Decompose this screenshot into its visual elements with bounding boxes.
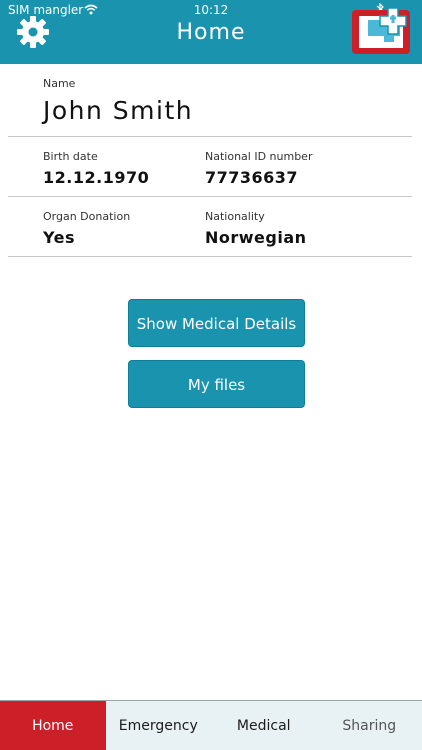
show-medical-details-button[interactable]: Show Medical Details <box>128 299 305 347</box>
my-files-button[interactable]: My files <box>128 360 305 408</box>
birth-date-value: 12.12.1970 <box>43 168 150 187</box>
nationality-label: Nationality <box>205 210 265 223</box>
tab-home[interactable]: Home <box>0 701 106 750</box>
birth-date-label: Birth date <box>43 150 98 163</box>
divider <box>8 196 412 197</box>
tab-bar: Home Emergency Medical Sharing <box>0 700 422 750</box>
app-header: SIM mangler 10:12 Home <box>0 0 422 64</box>
organ-donation-label: Organ Donation <box>43 210 131 223</box>
name-value: John Smith <box>43 96 194 125</box>
tab-sharing[interactable]: Sharing <box>316 701 422 750</box>
tab-medical[interactable]: Medical <box>211 701 317 750</box>
tab-emergency[interactable]: Emergency <box>105 701 211 750</box>
divider <box>8 256 412 257</box>
divider <box>8 136 412 137</box>
organ-donation-value: Yes <box>43 228 75 247</box>
national-id-label: National ID number <box>205 150 313 163</box>
app-logo-icon <box>352 7 410 54</box>
name-label: Name <box>43 77 76 90</box>
nationality-value: Norwegian <box>205 228 307 247</box>
national-id-value: 77736637 <box>205 168 299 187</box>
